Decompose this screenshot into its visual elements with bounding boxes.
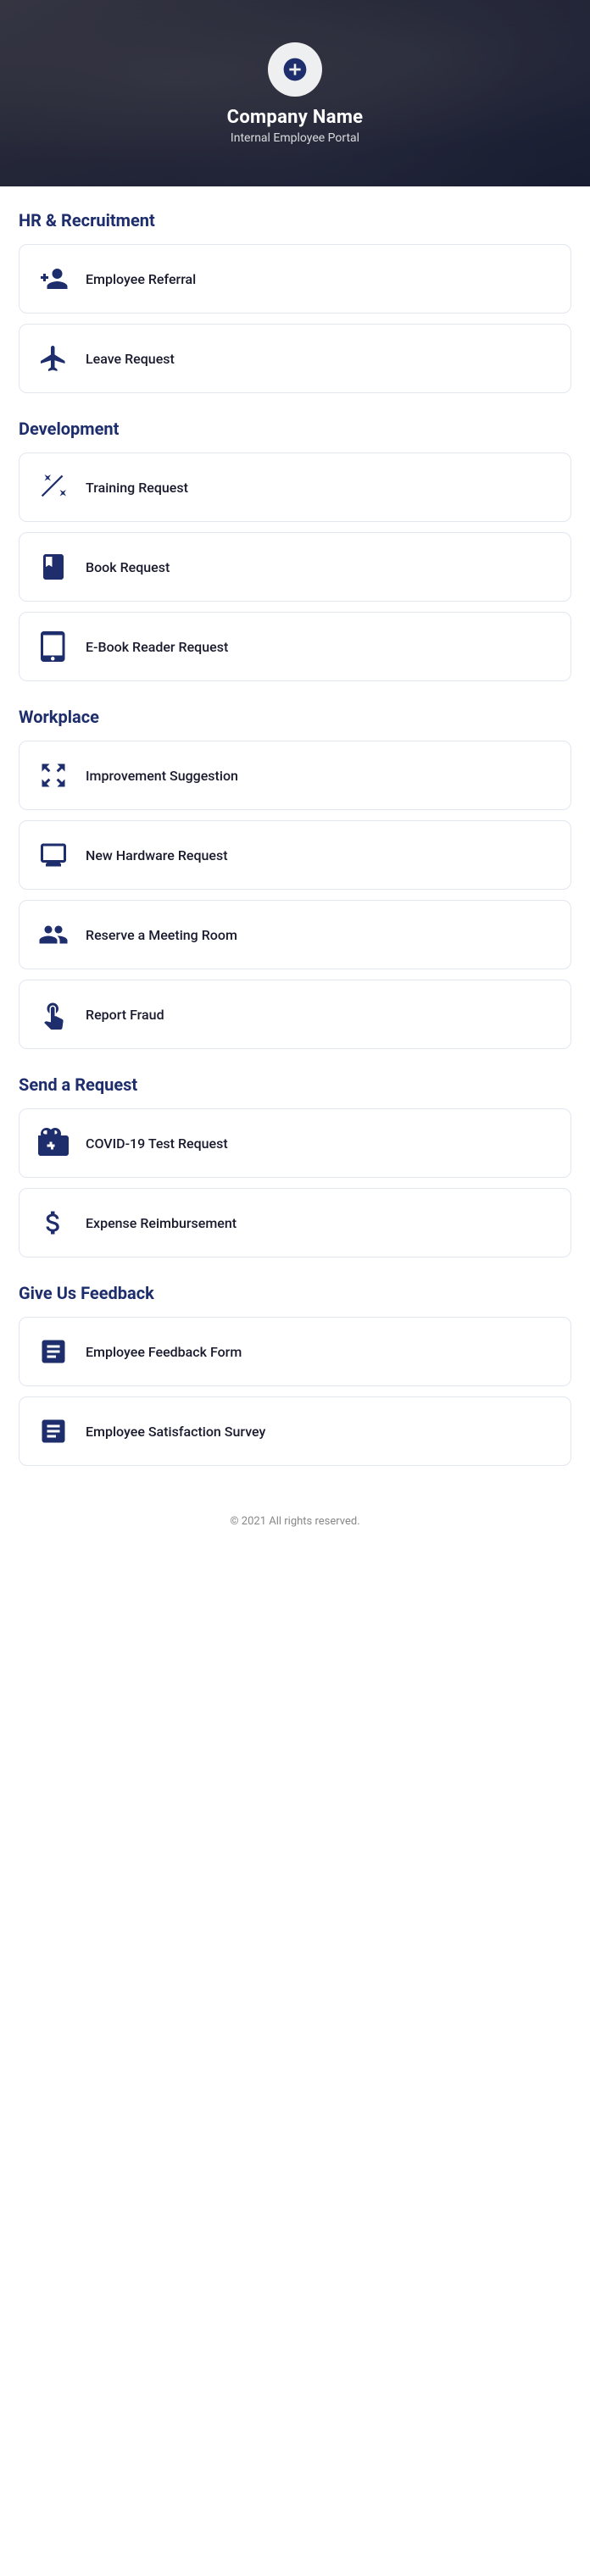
employee-feedback-label: Employee Feedback Form: [86, 1344, 242, 1360]
card-employee-referral[interactable]: Employee Referral: [19, 244, 571, 314]
section-send-request: Send a Request COVID-19 Test Request Exp…: [19, 1074, 571, 1257]
employee-referral-icon: [36, 262, 70, 296]
header: Company Name Internal Employee Portal: [0, 0, 590, 186]
card-report-fraud[interactable]: Report Fraud: [19, 980, 571, 1049]
training-request-icon: [36, 470, 70, 504]
section-feedback: Give Us Feedback Employee Feedback Form …: [19, 1283, 571, 1466]
section-title-feedback: Give Us Feedback: [19, 1283, 571, 1303]
section-development: Development Training Request Book Reques…: [19, 419, 571, 681]
card-employee-satisfaction-survey[interactable]: Employee Satisfaction Survey: [19, 1396, 571, 1466]
improvement-suggestion-label: Improvement Suggestion: [86, 768, 238, 784]
card-reserve-meeting-room[interactable]: Reserve a Meeting Room: [19, 900, 571, 969]
training-request-label: Training Request: [86, 480, 188, 496]
card-ebook-reader-request[interactable]: E-Book Reader Request: [19, 612, 571, 681]
card-book-request[interactable]: Book Request: [19, 532, 571, 602]
company-name: Company Name: [227, 107, 364, 128]
satisfaction-survey-icon: [36, 1414, 70, 1448]
card-leave-request[interactable]: Leave Request: [19, 324, 571, 393]
footer: © 2021 All rights reserved.: [0, 1491, 590, 1548]
expense-reimbursement-label: Expense Reimbursement: [86, 1215, 237, 1231]
portal-subtitle: Internal Employee Portal: [231, 131, 359, 145]
reserve-meeting-room-label: Reserve a Meeting Room: [86, 927, 237, 943]
new-hardware-icon: [36, 838, 70, 872]
header-icon-circle: [268, 42, 322, 97]
header-content: Company Name Internal Employee Portal: [227, 42, 364, 145]
card-expense-reimbursement[interactable]: Expense Reimbursement: [19, 1188, 571, 1257]
ebook-reader-label: E-Book Reader Request: [86, 639, 228, 655]
employee-referral-label: Employee Referral: [86, 271, 196, 287]
section-hr-recruitment: HR & Recruitment Employee Referral Leave…: [19, 210, 571, 393]
book-request-label: Book Request: [86, 559, 170, 575]
card-improvement-suggestion[interactable]: Improvement Suggestion: [19, 741, 571, 810]
leave-request-label: Leave Request: [86, 351, 175, 367]
expense-reimbursement-icon: [36, 1206, 70, 1240]
card-training-request[interactable]: Training Request: [19, 452, 571, 522]
main-content: HR & Recruitment Employee Referral Leave…: [0, 186, 590, 1466]
report-fraud-label: Report Fraud: [86, 1007, 164, 1023]
ebook-reader-icon: [36, 630, 70, 663]
new-hardware-label: New Hardware Request: [86, 847, 228, 863]
card-employee-feedback-form[interactable]: Employee Feedback Form: [19, 1317, 571, 1386]
footer-text: © 2021 All rights reserved.: [230, 1515, 359, 1528]
book-request-icon: [36, 550, 70, 584]
section-title-workplace: Workplace: [19, 707, 571, 727]
satisfaction-survey-label: Employee Satisfaction Survey: [86, 1424, 265, 1440]
report-fraud-icon: [36, 997, 70, 1031]
card-new-hardware-request[interactable]: New Hardware Request: [19, 820, 571, 890]
improvement-suggestion-icon: [36, 758, 70, 792]
section-workplace: Workplace Improvement Suggestion New Har…: [19, 707, 571, 1049]
section-title-development: Development: [19, 419, 571, 439]
card-covid-test-request[interactable]: COVID-19 Test Request: [19, 1108, 571, 1178]
plus-icon: [281, 56, 309, 83]
section-title-hr: HR & Recruitment: [19, 210, 571, 230]
section-title-send-request: Send a Request: [19, 1074, 571, 1095]
employee-feedback-icon: [36, 1335, 70, 1368]
reserve-meeting-room-icon: [36, 918, 70, 952]
covid-test-label: COVID-19 Test Request: [86, 1135, 228, 1152]
leave-request-icon: [36, 341, 70, 375]
covid-test-icon: [36, 1126, 70, 1160]
